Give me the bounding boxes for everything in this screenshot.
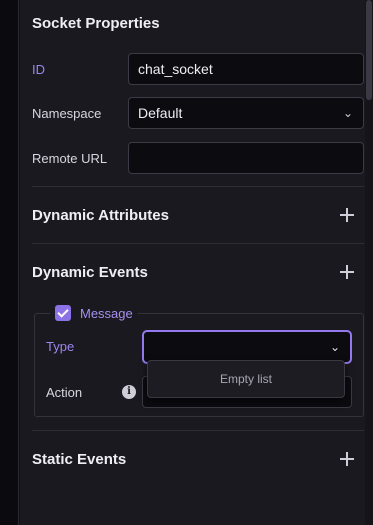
namespace-label: Namespace	[32, 106, 102, 121]
left-rail	[0, 0, 19, 525]
scrollbar-track[interactable]	[365, 0, 373, 525]
info-icon[interactable]: i	[122, 385, 136, 399]
divider	[32, 430, 364, 431]
id-label: ID	[32, 62, 45, 77]
static-events-heading: Static Events	[32, 451, 127, 468]
scrollbar-thumb[interactable]	[366, 0, 372, 100]
dynamic-attributes-heading: Dynamic Attributes	[32, 207, 169, 224]
panel-title: Socket Properties	[32, 15, 160, 32]
chevron-down-icon[interactable]: ⌄	[343, 98, 353, 128]
divider	[32, 186, 364, 187]
dynamic-events-heading: Dynamic Events	[32, 264, 148, 281]
add-dynamic-event-plus-icon[interactable]	[338, 263, 356, 281]
remote-url-input[interactable]	[128, 142, 364, 174]
chevron-down-icon[interactable]: ⌄	[330, 340, 340, 354]
dropdown-empty-text: Empty list	[219, 372, 272, 386]
message-label: Message	[80, 305, 133, 321]
type-label: Type	[46, 339, 75, 354]
id-input[interactable]: chat_socket	[128, 53, 364, 85]
event-legend: Message	[50, 304, 138, 322]
action-label: Action	[46, 385, 83, 400]
type-dropdown-menu[interactable]: Empty list	[147, 360, 345, 398]
add-static-event-plus-icon[interactable]	[338, 450, 356, 468]
divider	[32, 243, 364, 244]
add-dynamic-attribute-plus-icon[interactable]	[338, 206, 356, 224]
message-checkbox[interactable]	[55, 305, 71, 321]
properties-panel: Socket Properties ID chat_socket Namespa…	[20, 0, 365, 525]
type-select[interactable]: ⌄	[142, 330, 352, 364]
remote-url-label: Remote URL	[32, 151, 108, 166]
namespace-value: Default	[138, 105, 183, 121]
namespace-select[interactable]: Default ⌄	[128, 97, 364, 129]
